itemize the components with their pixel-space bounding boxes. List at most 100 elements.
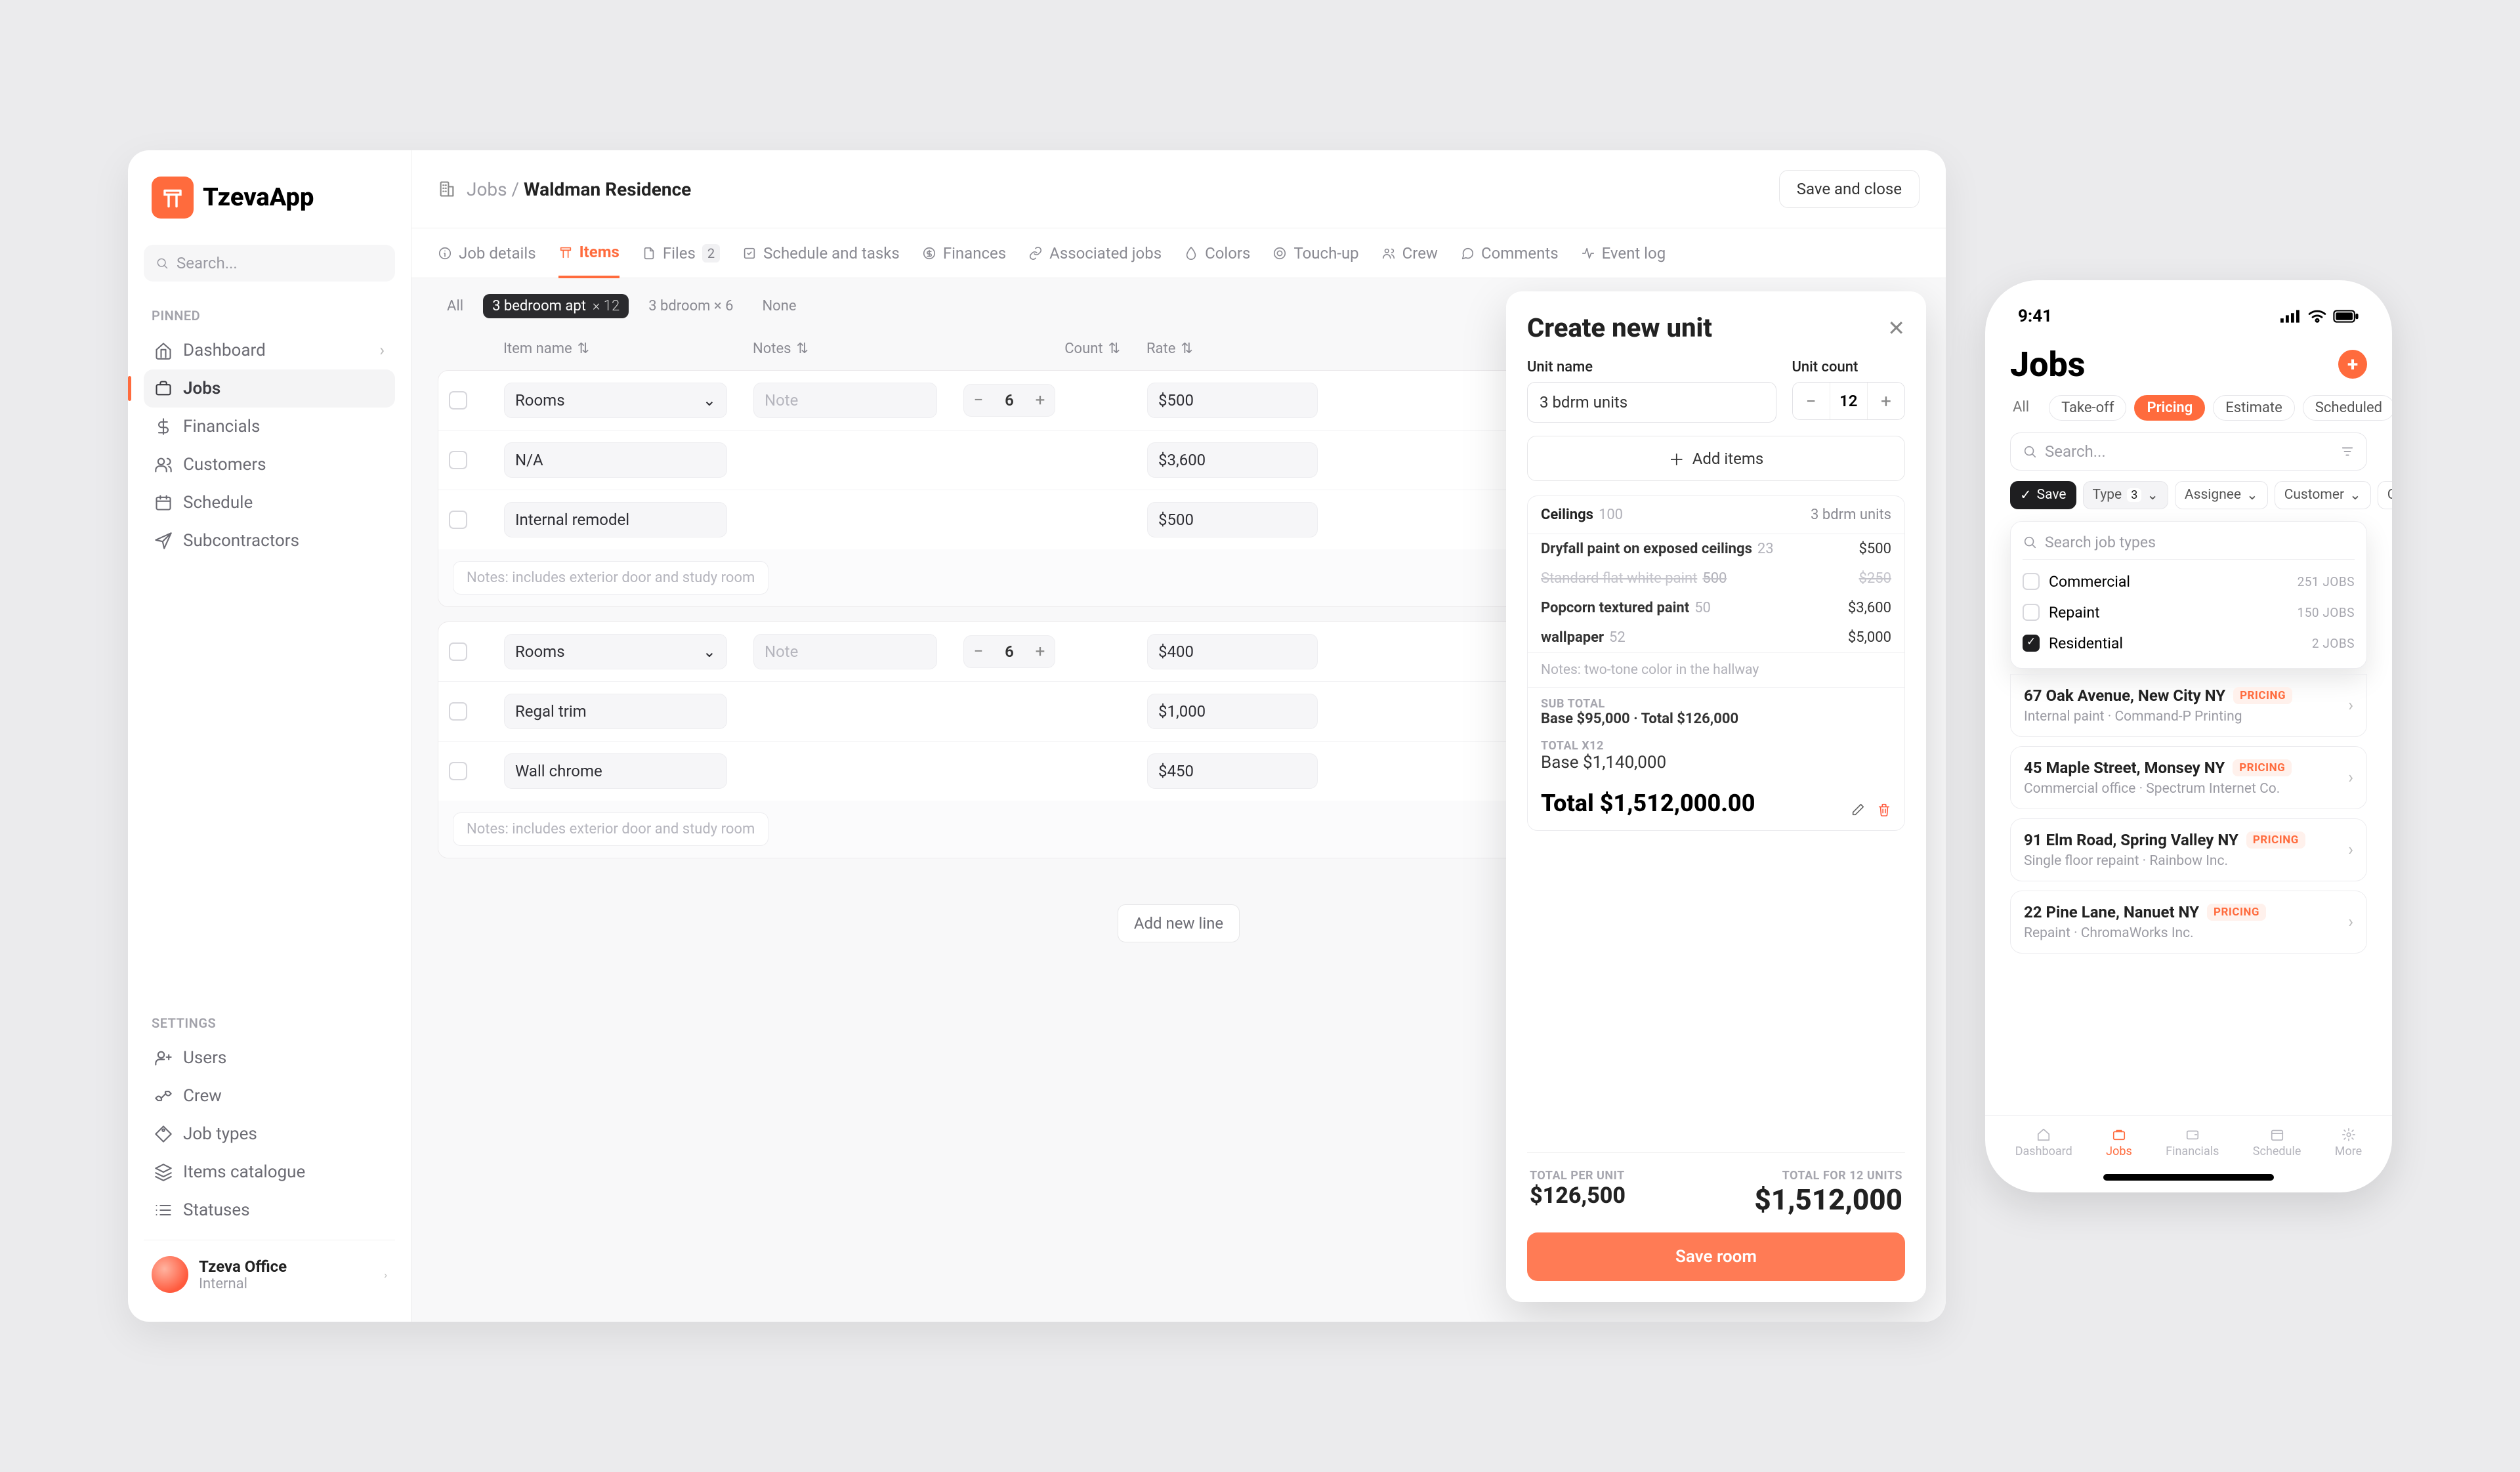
customer-filter-chip[interactable]: Customer⌄ [2275,481,2371,509]
th-count[interactable]: Count ⇅ [963,341,1120,357]
filter-icon[interactable] [2340,444,2355,459]
chip-estimate[interactable]: Estimate [2213,395,2295,421]
tab-items[interactable]: Items [558,228,620,278]
increment-button[interactable]: + [1868,383,1904,419]
search-input[interactable] [177,254,383,272]
filter-all[interactable]: All [438,294,472,318]
checkbox[interactable] [2023,604,2040,621]
chip-all[interactable]: All [2010,395,2041,421]
sidebar-search[interactable] [144,245,395,282]
job-card[interactable]: 45 Maple Street, Monsey NYPRICING Commer… [2010,746,2367,809]
tab-files[interactable]: Files2 [642,228,720,278]
item-name-cell[interactable]: Regal trim [504,694,727,729]
tab-comments[interactable]: Comments [1460,228,1559,278]
sidebar-item-schedule[interactable]: Schedule [144,484,395,522]
tab-schedule[interactable]: Schedule and tasks [742,228,900,278]
add-new-line-button[interactable]: Add new line [1118,904,1240,942]
increment-button[interactable]: + [1026,636,1055,667]
tab-colors[interactable]: Colors [1184,228,1250,278]
dropdown-option[interactable]: Commercial251 JOBS [2011,566,2366,597]
row-checkbox[interactable] [449,642,467,661]
tab-touchup[interactable]: Touch-up [1272,228,1358,278]
tab-jobs[interactable]: Jobs [2106,1127,2132,1158]
tab-more[interactable]: More [2335,1127,2362,1158]
th-notes[interactable]: Notes ⇅ [753,341,936,357]
row-checkbox[interactable] [449,762,467,780]
sidebar-item-subcontractors[interactable]: Subcontractors [144,522,395,560]
count-stepper[interactable]: −6+ [963,635,1055,668]
decrement-button[interactable]: − [964,385,993,416]
filter-active[interactable]: 3 bedroom apt× 12 [483,294,629,318]
checkbox[interactable] [2023,573,2040,590]
dropdown-search[interactable]: Search job types [2023,534,2355,560]
sidebar-item-financials[interactable]: Financials [144,408,395,446]
sidebar-item-jobs[interactable]: Jobs [144,369,395,408]
item-name-cell[interactable]: N/A [504,442,727,478]
row-checkbox[interactable] [449,702,467,721]
room-select[interactable]: Rooms⌄ [504,383,727,418]
sidebar-item-catalogue[interactable]: Items catalogue [144,1153,395,1191]
dropdown-option[interactable]: Repaint150 JOBS [2011,597,2366,628]
count-stepper[interactable]: −6+ [963,384,1055,417]
chip-takeoff[interactable]: Take-off [2049,395,2126,421]
chip-pricing[interactable]: Pricing [2134,395,2205,421]
unit-name-input[interactable] [1527,382,1776,423]
profile-switcher[interactable]: Tzeva Office Internal › [144,1240,395,1295]
row-checkbox[interactable] [449,391,467,410]
checkbox-checked[interactable] [2023,635,2040,652]
assignee-filter-chip[interactable]: Assignee⌄ [2175,481,2268,509]
room-select[interactable]: Rooms⌄ [504,634,727,669]
breadcrumb-root[interactable]: Jobs [467,179,507,200]
rate-value[interactable]: $500 [1147,502,1318,537]
row-checkbox[interactable] [449,511,467,529]
note-input[interactable] [753,634,937,669]
job-card[interactable]: 67 Oak Avenue, New City NYPRICING Intern… [2010,674,2367,737]
dropdown-option[interactable]: Residential2 JOBS [2011,628,2366,659]
sidebar-item-crew[interactable]: Crew [144,1077,395,1115]
rate-value[interactable]: $3,600 [1147,442,1318,478]
item-name-cell[interactable]: Wall chrome [504,753,727,789]
tab-crew[interactable]: Crew [1381,228,1438,278]
tab-finances[interactable]: Finances [922,228,1006,278]
save-room-button[interactable]: Save room [1527,1232,1905,1281]
rate-value[interactable]: $400 [1147,634,1318,669]
decrement-button[interactable]: − [1793,383,1830,419]
mobile-search[interactable] [2010,432,2367,471]
rate-value[interactable]: $450 [1147,753,1318,789]
rate-value[interactable]: $1,000 [1147,694,1318,729]
row-checkbox[interactable] [449,451,467,469]
rate-value[interactable]: $500 [1147,383,1318,418]
filter-none[interactable]: None [753,294,805,318]
filter-second[interactable]: 3 bdroom × 6 [639,294,742,318]
sidebar-item-customers[interactable]: Customers [144,446,395,484]
add-items-button[interactable]: ＋Add items [1527,436,1905,481]
item-name-cell[interactable]: Internal remodel [504,502,727,537]
tab-financials[interactable]: Financials [2166,1127,2219,1158]
note-input[interactable] [753,383,937,418]
tab-eventlog[interactable]: Event log [1581,228,1666,278]
tab-associated[interactable]: Associated jobs [1028,228,1162,278]
tab-dashboard[interactable]: Dashboard [2015,1127,2072,1158]
sidebar-item-statuses[interactable]: Statuses [144,1191,395,1229]
save-and-close-button[interactable]: Save and close [1779,170,1920,208]
chip-scheduled[interactable]: Scheduled [2303,395,2392,421]
trash-icon[interactable] [1877,803,1891,817]
th-item-name[interactable]: Item name ⇅ [503,341,726,357]
sidebar-item-users[interactable]: Users [144,1039,395,1077]
save-filter-chip[interactable]: ✓Save [2010,481,2076,509]
sidebar-item-jobtypes[interactable]: Job types [144,1115,395,1153]
tab-job-details[interactable]: Job details [438,228,536,278]
type-filter-chip[interactable]: Type3⌄ [2083,481,2168,509]
edit-icon[interactable] [1851,803,1865,817]
increment-button[interactable]: + [1026,385,1055,416]
job-card[interactable]: 91 Elm Road, Spring Valley NYPRICING Sin… [2010,818,2367,881]
add-job-button[interactable]: + [2338,350,2367,379]
job-card[interactable]: 22 Pine Lane, Nanuet NYPRICING Repaint ·… [2010,891,2367,954]
decrement-button[interactable]: − [964,636,993,667]
search-input[interactable] [2045,442,2332,461]
sidebar-item-dashboard[interactable]: Dashboard › [144,331,395,369]
th-rate[interactable]: Rate ⇅ [1146,341,1317,357]
unit-count-stepper[interactable]: − 12 + [1792,382,1906,420]
tab-schedule[interactable]: Schedule [2253,1127,2301,1158]
crew-filter-chip[interactable]: Crew [2378,481,2392,509]
